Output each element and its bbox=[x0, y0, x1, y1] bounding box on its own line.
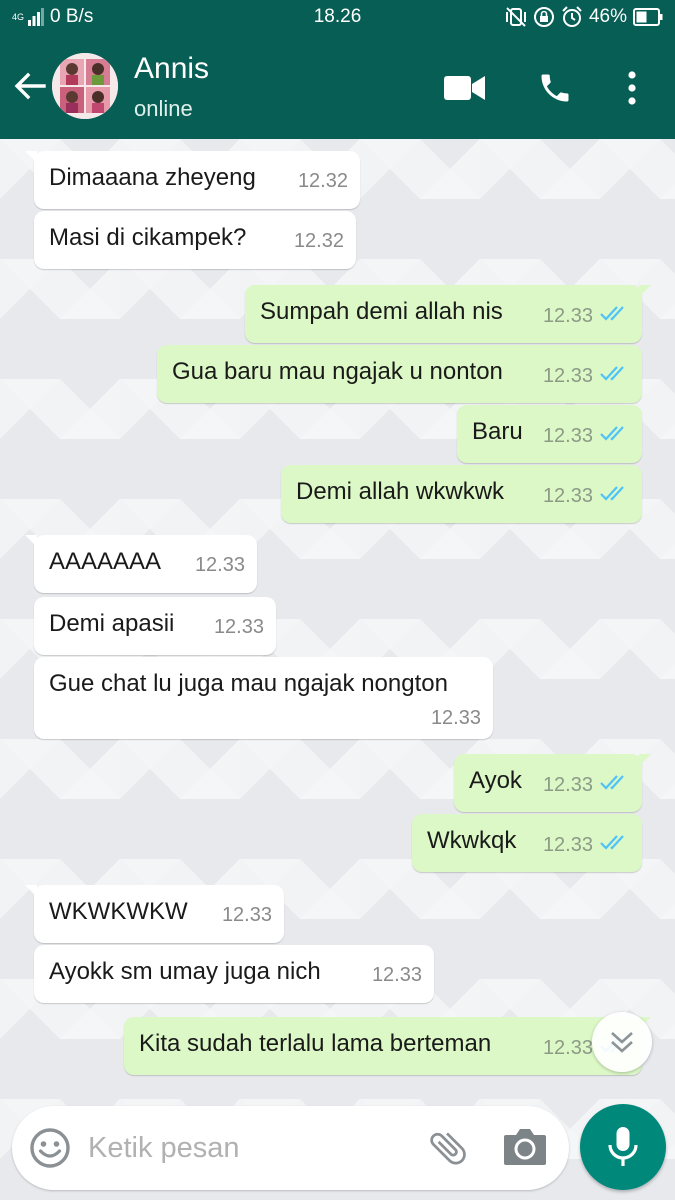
more-options-button[interactable] bbox=[612, 68, 652, 108]
chat-history[interactable]: Dimaaana zheyeng 12.32 Masi di cikampek?… bbox=[0, 139, 675, 1200]
message-time: 12.33 bbox=[371, 964, 422, 986]
contact-status: online bbox=[134, 96, 193, 121]
message-text: Demi apasii bbox=[49, 610, 175, 637]
read-receipt-icon bbox=[600, 773, 630, 797]
incoming-message[interactable]: Demi apasii 12.33 bbox=[34, 597, 276, 655]
message-time: 12.33 bbox=[542, 833, 593, 856]
message-text: Ayok bbox=[469, 767, 522, 794]
message-time: 12.33 bbox=[194, 554, 245, 576]
contact-avatar[interactable] bbox=[52, 53, 118, 119]
outgoing-message[interactable]: Kita sudah terlalu lama berteman 12.33 bbox=[124, 1017, 651, 1075]
message-text: Wkwkqk bbox=[427, 827, 517, 854]
clock: 18.26 bbox=[313, 6, 362, 27]
bubble-tail bbox=[25, 151, 37, 163]
data-speed: 0 B/s bbox=[50, 6, 94, 27]
read-receipt-icon bbox=[600, 424, 630, 448]
incoming-message[interactable]: Gue chat lu juga mau ngajak nongton 12.3… bbox=[34, 657, 493, 739]
message-text: Masi di cikampek? bbox=[49, 224, 247, 251]
incoming-message[interactable]: Masi di cikampek? 12.32 bbox=[34, 211, 356, 269]
voice-call-button[interactable] bbox=[533, 68, 577, 108]
back-button[interactable] bbox=[12, 68, 48, 104]
message-input[interactable] bbox=[88, 1124, 398, 1172]
message-text: WKWKWKW bbox=[49, 898, 188, 925]
network-type: 4G bbox=[12, 11, 25, 22]
message-time: 12.33 bbox=[542, 424, 593, 447]
incoming-message[interactable]: WKWKWKW 12.33 bbox=[25, 885, 284, 943]
outgoing-message[interactable]: Sumpah demi allah nis 12.33 bbox=[245, 285, 651, 343]
lock-rotation-icon bbox=[533, 7, 554, 27]
double-chevron-down-icon bbox=[611, 1032, 633, 1053]
bubble-tail bbox=[25, 885, 37, 897]
message-text: Ayokk sm umay juga nich bbox=[49, 958, 321, 985]
message-time: 12.33 bbox=[542, 304, 593, 327]
status-bar: 4G 0 B/s 18.26 46% bbox=[0, 0, 675, 34]
outgoing-message[interactable]: Ayok 12.33 bbox=[454, 754, 651, 812]
message-composer bbox=[12, 1106, 569, 1190]
message-time: 12.33 bbox=[213, 616, 264, 638]
outgoing-message[interactable]: Demi allah wkwkwk 12.33 bbox=[281, 465, 642, 523]
message-time: 12.33 bbox=[542, 1036, 593, 1059]
read-receipt-icon bbox=[600, 364, 630, 388]
read-receipt-icon bbox=[600, 484, 630, 508]
chat-header: Annis online bbox=[0, 34, 675, 139]
microphone-icon bbox=[608, 1127, 638, 1166]
battery-icon bbox=[633, 8, 663, 26]
vibrate-mute-icon bbox=[505, 7, 526, 27]
message-time: 12.32 bbox=[293, 230, 344, 252]
message-time: 12.33 bbox=[430, 707, 481, 729]
message-time: 12.33 bbox=[221, 904, 272, 926]
message-text: Baru bbox=[472, 418, 523, 445]
outgoing-message[interactable]: Gua baru mau ngajak u nonton 12.33 bbox=[157, 345, 642, 403]
read-receipt-icon bbox=[600, 833, 630, 857]
incoming-message[interactable]: Dimaaana zheyeng 12.32 bbox=[25, 151, 360, 209]
signal-icon bbox=[28, 8, 45, 26]
message-text: Dimaaana zheyeng bbox=[49, 164, 256, 191]
scroll-to-bottom-button[interactable] bbox=[592, 1012, 652, 1072]
more-vert-icon bbox=[628, 71, 636, 105]
battery-level: 46% bbox=[588, 6, 627, 27]
bubble-tail bbox=[639, 754, 651, 766]
message-time: 12.33 bbox=[542, 773, 593, 796]
outgoing-message[interactable]: Baru 12.33 bbox=[457, 405, 642, 463]
attach-button[interactable] bbox=[426, 1126, 470, 1170]
message-text: Kita sudah terlalu lama berteman bbox=[139, 1030, 492, 1057]
message-text: Gue chat lu juga mau ngajak nongton bbox=[49, 670, 448, 697]
avatar-photo-icon bbox=[52, 53, 118, 119]
incoming-message[interactable]: AAAAAAA 12.33 bbox=[25, 535, 257, 593]
phone-icon bbox=[541, 74, 569, 102]
message-text: Sumpah demi allah nis bbox=[260, 298, 503, 325]
message-time: 12.33 bbox=[542, 484, 593, 507]
alarm-icon bbox=[562, 6, 582, 27]
read-receipt-icon bbox=[600, 304, 630, 328]
bubble-tail bbox=[639, 285, 651, 297]
video-call-icon bbox=[444, 76, 485, 100]
contact-name[interactable]: Annis bbox=[134, 52, 209, 86]
camera-button[interactable] bbox=[502, 1126, 548, 1170]
message-time: 12.32 bbox=[297, 170, 348, 192]
message-text: Demi allah wkwkwk bbox=[296, 478, 505, 505]
back-arrow-icon bbox=[14, 72, 46, 100]
voice-message-button[interactable] bbox=[580, 1104, 666, 1190]
video-call-button[interactable] bbox=[443, 68, 487, 108]
camera-icon bbox=[504, 1129, 546, 1165]
message-text: Gua baru mau ngajak u nonton bbox=[172, 358, 503, 385]
bubble-tail bbox=[25, 535, 37, 547]
outgoing-message[interactable]: Wkwkqk 12.33 bbox=[412, 814, 642, 872]
incoming-message[interactable]: Ayokk sm umay juga nich 12.33 bbox=[34, 945, 434, 1003]
paperclip-icon bbox=[430, 1132, 466, 1165]
emoji-button[interactable] bbox=[28, 1126, 72, 1170]
emoji-icon bbox=[30, 1128, 70, 1168]
message-time: 12.33 bbox=[542, 364, 593, 387]
message-text: AAAAAAA bbox=[49, 548, 162, 575]
